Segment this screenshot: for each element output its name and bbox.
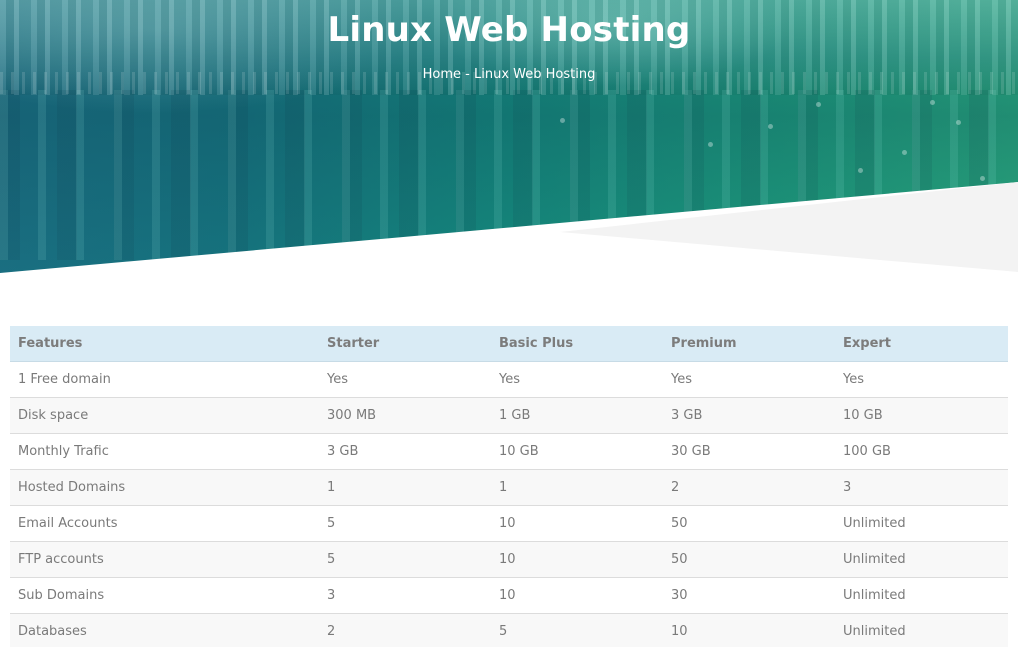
feature-name-cell: FTP accounts [10,541,319,578]
feature-name-cell: 1 Free domain [10,361,319,398]
page: Linux Web Hosting Home - Linux Web Hosti… [0,0,1018,647]
breadcrumb: Home - Linux Web Hosting [0,67,1018,82]
breadcrumb-current: Linux Web Hosting [474,67,596,82]
premium-cell: 50 [663,541,835,578]
table-row: Email Accounts 5 10 50 Unlimited [10,505,1008,542]
breadcrumb-separator: - [461,67,474,82]
basic-plus-cell: 10 [491,541,663,578]
expert-cell: Unlimited [835,505,1008,542]
starter-cell: 2 [319,613,491,647]
premium-cell: 30 [663,577,835,614]
basic-plus-cell: 1 GB [491,397,663,434]
table-row: Sub Domains 3 10 30 Unlimited [10,577,1008,614]
premium-cell: 3 GB [663,397,835,434]
premium-cell: 10 [663,613,835,647]
expert-cell: Yes [835,361,1008,398]
table-row: Databases 2 5 10 Unlimited [10,613,1008,647]
expert-cell: Unlimited [835,613,1008,647]
table-row: 1 Free domain Yes Yes Yes Yes [10,361,1008,398]
starter-cell: 1 [319,469,491,506]
expert-cell: 3 [835,469,1008,506]
basic-plus-cell: 10 [491,577,663,614]
features-table-container: Features Starter Basic Plus Premium Expe… [10,326,1008,647]
starter-cell: 5 [319,505,491,542]
feature-name-cell: Hosted Domains [10,469,319,506]
basic-plus-cell: 10 [491,505,663,542]
basic-plus-cell: 10 GB [491,433,663,470]
breadcrumb-home-link[interactable]: Home [423,67,461,82]
table-row: Disk space 300 MB 1 GB 3 GB 10 GB [10,397,1008,434]
expert-cell: Unlimited [835,541,1008,578]
hero-banner: Linux Web Hosting Home - Linux Web Hosti… [0,0,1018,290]
starter-cell: 3 [319,577,491,614]
basic-plus-cell: Yes [491,361,663,398]
basic-plus-cell: 1 [491,469,663,506]
table-row: Hosted Domains 1 1 2 3 [10,469,1008,506]
premium-cell: 30 GB [663,433,835,470]
table-header-row: Features Starter Basic Plus Premium Expe… [10,326,1008,362]
column-header-premium: Premium [663,326,835,362]
hosting-features-table: Features Starter Basic Plus Premium Expe… [10,326,1008,647]
expert-cell: 10 GB [835,397,1008,434]
expert-cell: 100 GB [835,433,1008,470]
column-header-expert: Expert [835,326,1008,362]
feature-name-cell: Monthly Trafic [10,433,319,470]
table-row: FTP accounts 5 10 50 Unlimited [10,541,1008,578]
page-title: Linux Web Hosting [327,10,691,50]
expert-cell: Unlimited [835,577,1008,614]
feature-name-cell: Disk space [10,397,319,434]
premium-cell: 2 [663,469,835,506]
starter-cell: 3 GB [319,433,491,470]
column-header-features: Features [10,326,319,362]
table-row: Monthly Trafic 3 GB 10 GB 30 GB 100 GB [10,433,1008,470]
column-header-starter: Starter [319,326,491,362]
starter-cell: 5 [319,541,491,578]
feature-name-cell: Sub Domains [10,577,319,614]
starter-cell: Yes [319,361,491,398]
feature-name-cell: Email Accounts [10,505,319,542]
basic-plus-cell: 5 [491,613,663,647]
column-header-basic-plus: Basic Plus [491,326,663,362]
feature-name-cell: Databases [10,613,319,647]
starter-cell: 300 MB [319,397,491,434]
premium-cell: 50 [663,505,835,542]
premium-cell: Yes [663,361,835,398]
